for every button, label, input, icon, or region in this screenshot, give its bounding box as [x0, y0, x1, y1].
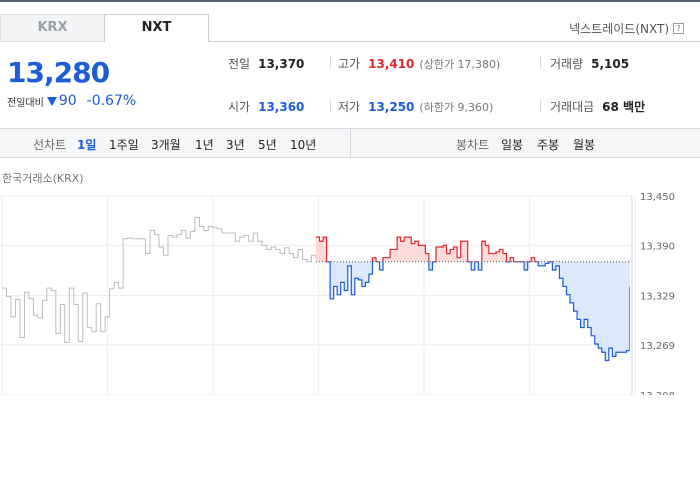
stat-value: 68 백만 — [602, 100, 646, 114]
nxt-info-link[interactable]: 넥스트레이드(NXT) ? — [569, 20, 684, 37]
y-tick-label: 13,269 — [640, 341, 675, 352]
stat-high: 고가 13,410 (상한가 17,380) — [338, 55, 500, 72]
y-axis-ticks: 13,450 13,390 13,329 13,269 13,208 — [640, 192, 675, 395]
stat-divider — [330, 99, 331, 112]
chart-grid — [0, 195, 636, 395]
tab-krx[interactable]: KRX — [0, 14, 105, 42]
period-1y[interactable]: 1년 — [195, 136, 214, 153]
chart-period-toolbar: 선차트 1일 1주일 3개월 1년 3년 5년 10년 봉차트 일봉 주봉 월봉 — [0, 128, 700, 158]
chart-plot — [2, 216, 630, 362]
y-tick-label: 13,329 — [640, 292, 675, 303]
tab-underline — [209, 41, 700, 42]
period-1w[interactable]: 1주일 — [109, 136, 139, 153]
lower-limit: (하한가 9,360) — [419, 100, 494, 114]
stat-value: 13,360 — [258, 99, 305, 114]
line-chart-label: 선차트 — [33, 138, 67, 152]
stat-label: 전일 — [228, 57, 251, 71]
stat-divider — [540, 56, 541, 69]
y-tick-label: 13,208 — [640, 391, 675, 395]
change-amount: 90 — [58, 93, 77, 109]
stat-label: 고가 — [338, 57, 361, 71]
candle-daily[interactable]: 일봉 — [501, 136, 523, 153]
toolbar-divider — [350, 129, 351, 157]
nxt-link-label: 넥스트레이드(NXT) — [569, 22, 669, 36]
stat-label: 시가 — [228, 100, 251, 114]
stat-label: 저가 — [338, 100, 361, 114]
candle-weekly[interactable]: 주봉 — [537, 136, 559, 153]
stat-trade-value: 거래대금 68 백만 — [550, 98, 645, 115]
stat-divider — [540, 99, 541, 112]
period-10y[interactable]: 10년 — [290, 136, 316, 153]
stat-low: 저가 13,250 (하한가 9,360) — [338, 98, 493, 115]
series-nxt-area-down — [330, 261, 630, 361]
change-label: 전일대비 — [7, 97, 44, 109]
price-change: 전일대비 90 -0.67% — [7, 93, 136, 109]
period-3m[interactable]: 3개월 — [151, 136, 181, 153]
down-triangle-icon — [46, 96, 57, 106]
stat-value: 13,410 — [368, 56, 415, 71]
series-krx-line — [2, 216, 317, 343]
tab-nxt[interactable]: NXT — [104, 14, 209, 42]
stat-label: 거래대금 — [550, 100, 595, 114]
stat-value: 13,250 — [368, 99, 415, 114]
current-price: 13,280 — [7, 56, 110, 89]
period-1d[interactable]: 1일 — [77, 136, 96, 153]
stat-value: 5,105 — [591, 56, 630, 71]
period-5y[interactable]: 5년 — [258, 136, 277, 153]
stat-divider — [330, 56, 331, 69]
change-percent: -0.67% — [86, 93, 137, 109]
y-tick-label: 13,450 — [640, 192, 675, 203]
stat-label: 거래량 — [550, 57, 584, 71]
candle-chart-label: 봉차트 — [456, 138, 490, 152]
stat-volume: 거래량 5,105 — [550, 55, 629, 72]
stat-open: 시가 13,360 — [228, 98, 304, 115]
intraday-price-chart: 13,450 13,390 13,329 13,269 13,208 — [0, 192, 675, 395]
help-icon[interactable]: ? — [673, 23, 684, 34]
candle-monthly[interactable]: 월봉 — [573, 136, 595, 153]
period-3y[interactable]: 3년 — [226, 136, 245, 153]
stat-value: 13,370 — [258, 56, 305, 71]
upper-limit: (상한가 17,380) — [419, 57, 501, 71]
y-tick-label: 13,390 — [640, 241, 675, 252]
top-border — [0, 0, 700, 2]
stat-prev-close: 전일 13,370 — [228, 55, 304, 72]
